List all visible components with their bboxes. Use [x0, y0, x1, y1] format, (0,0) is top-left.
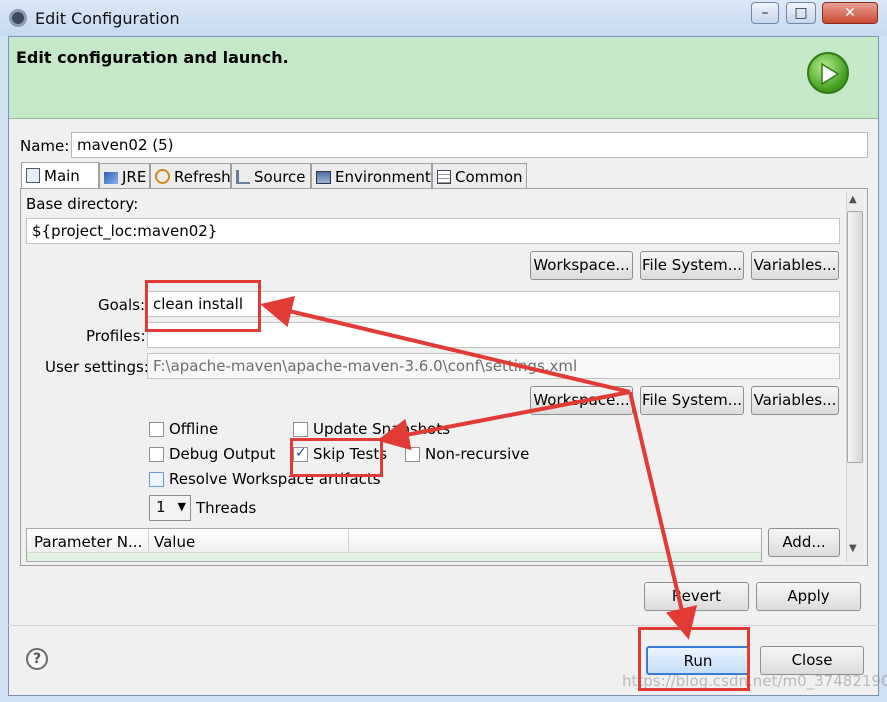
- threads-label: Threads: [196, 499, 257, 517]
- common-icon: [437, 170, 451, 184]
- profiles-label: Profiles:: [86, 327, 146, 345]
- threads-select[interactable]: 1 ▼: [149, 495, 191, 521]
- debug-output-label: Debug Output: [169, 445, 276, 463]
- revert-button[interactable]: Revert: [644, 582, 749, 611]
- goals-highlight-box: [145, 280, 261, 332]
- environment-icon: [316, 171, 331, 184]
- variables-button-1[interactable]: Variables...: [751, 251, 839, 280]
- file-system-button-1[interactable]: File System...: [640, 251, 744, 280]
- column-value[interactable]: Value: [154, 533, 195, 551]
- window-close-button[interactable]: ✕: [822, 2, 878, 24]
- banner-title: Edit configuration and launch.: [16, 48, 289, 67]
- window-title: Edit Configuration: [35, 9, 180, 28]
- tab-jre-label: JRE: [122, 168, 147, 186]
- debug-output-checkbox[interactable]: [149, 447, 164, 462]
- scrollbar-thumb[interactable]: [847, 211, 863, 463]
- tab-common[interactable]: Common: [432, 163, 527, 188]
- goals-label: Goals:: [98, 296, 146, 314]
- tab-refresh[interactable]: Refresh: [150, 163, 231, 188]
- threads-value: 1: [156, 498, 166, 516]
- name-label: Name:: [20, 137, 70, 155]
- resolve-workspace-checkbox[interactable]: [149, 472, 164, 487]
- tab-refresh-label: Refresh: [174, 168, 231, 186]
- skip-tests-highlight-box: [290, 438, 383, 477]
- parameters-table-row[interactable]: [27, 553, 761, 561]
- offline-label: Offline: [169, 420, 219, 438]
- file-system-button-2[interactable]: File System...: [640, 386, 744, 415]
- separator: [8, 625, 879, 626]
- app-icon: [9, 9, 27, 27]
- variables-button-2[interactable]: Variables...: [751, 386, 839, 415]
- launch-run-icon: [807, 52, 849, 94]
- column-divider: [348, 529, 349, 553]
- name-input[interactable]: maven02 (5): [71, 132, 868, 158]
- non-recursive-label: Non-recursive: [425, 445, 530, 463]
- column-parameter-name[interactable]: Parameter N...: [34, 533, 142, 551]
- column-divider: [148, 529, 149, 553]
- close-button[interactable]: Close: [760, 646, 864, 675]
- tab-main[interactable]: Main: [21, 162, 99, 190]
- run-highlight-box: [638, 627, 750, 691]
- maximize-button[interactable]: □: [786, 2, 816, 24]
- apply-button[interactable]: Apply: [756, 582, 861, 611]
- chevron-down-icon: ▼: [177, 500, 186, 513]
- update-snapshots-label: Update Snapshots: [313, 420, 451, 438]
- offline-checkbox[interactable]: [149, 422, 164, 437]
- tab-environment[interactable]: Environment: [311, 163, 432, 188]
- add-parameter-button[interactable]: Add...: [768, 528, 840, 557]
- main-tab-icon: [26, 168, 40, 183]
- tab-jre[interactable]: JRE: [99, 163, 150, 188]
- update-snapshots-checkbox[interactable]: [293, 422, 308, 437]
- workspace-button-1[interactable]: Workspace...: [530, 251, 633, 280]
- minimize-button[interactable]: –: [751, 2, 779, 24]
- non-recursive-checkbox[interactable]: [405, 447, 420, 462]
- base-directory-label: Base directory:: [26, 195, 139, 213]
- refresh-icon: [155, 169, 170, 184]
- tab-common-label: Common: [455, 168, 523, 186]
- scroll-up-icon[interactable]: ▲: [849, 194, 857, 205]
- base-directory-input[interactable]: ${project_loc:maven02}: [26, 218, 840, 244]
- source-icon: [236, 170, 250, 184]
- user-settings-label: User settings:: [45, 358, 149, 376]
- workspace-button-2[interactable]: Workspace...: [530, 386, 633, 415]
- tab-source[interactable]: Source: [231, 163, 311, 188]
- tab-environment-label: Environment: [335, 168, 431, 186]
- jre-icon: [104, 172, 118, 184]
- tab-main-label: Main: [44, 167, 80, 185]
- user-settings-input[interactable]: F:\apache-maven\apache-maven-3.6.0\conf\…: [147, 353, 840, 379]
- scroll-down-icon[interactable]: ▼: [849, 543, 857, 554]
- help-icon[interactable]: ?: [26, 648, 48, 670]
- tab-source-label: Source: [254, 168, 306, 186]
